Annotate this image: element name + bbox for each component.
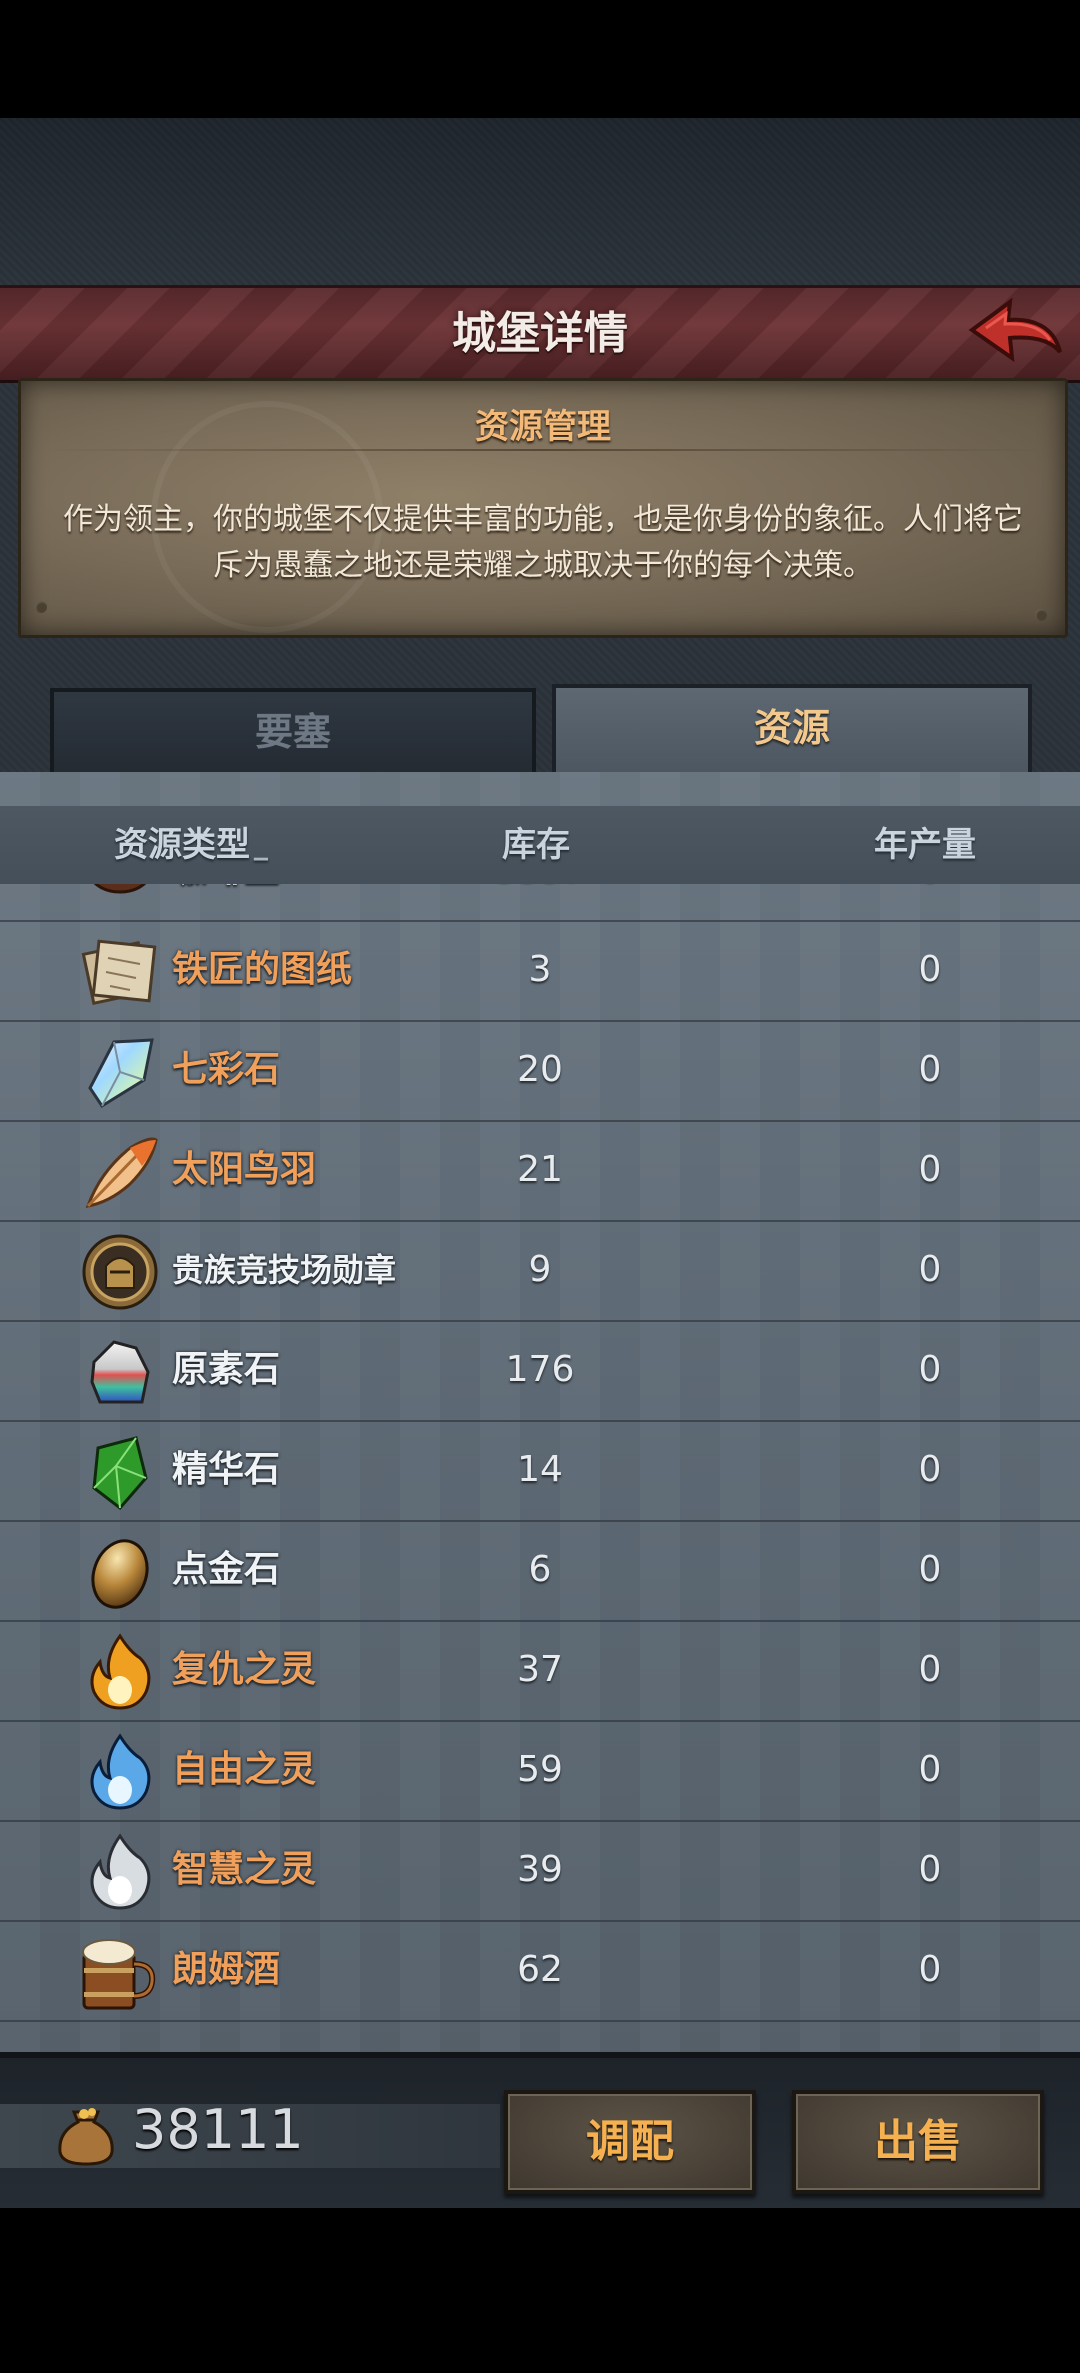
coffee-bean-icon	[80, 884, 160, 912]
resource-stock: 62	[517, 1949, 563, 1990]
list-item[interactable]: 贵族竞技场勋章 9 0	[0, 1220, 1080, 1322]
resource-yield: 0	[880, 884, 980, 920]
resource-name: 自由之灵	[172, 1749, 317, 1790]
back-button[interactable]	[966, 292, 1066, 372]
section-description: 作为领主，你的城堡不仅提供丰富的功能，也是你身份的象征。人们将它斥为愚蠢之地还是…	[63, 502, 1023, 583]
resource-yield: 0	[918, 1449, 942, 1490]
sort-arrow-icon: ▁	[254, 840, 268, 861]
list-item[interactable]: 智慧之灵 39 0	[0, 1820, 1080, 1922]
resource-stock: 14	[517, 1449, 563, 1490]
resource-stock: 37	[517, 1649, 563, 1690]
resource-name: 咖啡豆	[172, 884, 280, 920]
resource-list[interactable]: 咖啡豆 3397 0 铁匠的图纸 3 0 七彩石 20 0 太阳鸟羽 21 0 …	[0, 884, 1080, 2050]
column-header-yield[interactable]: 年产量	[874, 806, 976, 884]
blue-flame-icon	[80, 1732, 160, 1812]
allocate-button[interactable]: 调配	[504, 2090, 756, 2194]
column-header-type[interactable]: 资源类型 ▁	[114, 806, 268, 884]
resource-stock: 20	[517, 1049, 563, 1090]
resource-info-panel: 资源管理 作为领主，你的城堡不仅提供丰富的功能，也是你身份的象征。人们将它斥为愚…	[18, 378, 1068, 638]
resource-name: 朗姆酒	[172, 1949, 281, 1990]
resource-stock: 59	[517, 1749, 563, 1790]
column-header-bar: 资源类型 ▁ 库存 年产量	[0, 806, 1080, 884]
resource-yield: 0	[918, 949, 942, 990]
title-divider	[41, 449, 1045, 451]
resource-stock: 3397	[440, 884, 640, 920]
resource-yield: 0	[918, 1149, 942, 1190]
resource-name: 原素石	[172, 1349, 281, 1390]
tab-resources[interactable]: 资源	[552, 684, 1032, 776]
gold-amount: 38111	[132, 2098, 304, 2161]
tab-fortress[interactable]: 要塞	[50, 688, 536, 776]
list-item[interactable]: 铁匠的图纸 3 0	[0, 920, 1080, 1022]
gold-stone-icon	[80, 1532, 160, 1612]
resource-yield: 0	[918, 1549, 942, 1590]
resource-name: 智慧之灵	[172, 1849, 317, 1890]
resource-stock: 176	[505, 1349, 575, 1390]
list-item[interactable]: 原素石 176 0	[0, 1320, 1080, 1422]
knight-medal-icon	[80, 1232, 160, 1312]
resource-name: 点金石	[172, 1549, 281, 1590]
resource-yield: 0	[918, 1249, 942, 1290]
resource-yield: 0	[918, 1649, 942, 1690]
section-title: 资源管理	[475, 407, 611, 447]
list-item[interactable]: 朗姆酒 62 0	[0, 1920, 1080, 2022]
column-header-stock[interactable]: 库存	[502, 806, 570, 884]
resource-stock: 9	[528, 1249, 552, 1290]
resource-name: 铁匠的图纸	[172, 949, 353, 990]
white-flame-icon	[80, 1832, 160, 1912]
resource-stock: 39	[517, 1849, 563, 1890]
resource-stock: 6	[528, 1549, 552, 1590]
orange-flame-icon	[80, 1632, 160, 1712]
resource-name: 复仇之灵	[172, 1649, 317, 1690]
beer-mug-icon	[80, 1932, 160, 2012]
list-item[interactable]: 七彩石 20 0	[0, 1020, 1080, 1122]
blueprint-icon	[80, 932, 160, 1012]
footer-bar: 38111 调配 出售	[0, 2052, 1080, 2208]
list-item[interactable]: 复仇之灵 37 0	[0, 1620, 1080, 1722]
back-arrow-icon	[968, 297, 1062, 363]
green-crystal-icon	[80, 1432, 160, 1512]
page-title: 城堡详情	[452, 308, 628, 359]
resource-yield: 0	[918, 1949, 942, 1990]
resource-stock: 21	[517, 1149, 563, 1190]
column-header-type-label: 资源类型	[114, 825, 250, 865]
list-item[interactable]: 精华石 14 0	[0, 1420, 1080, 1522]
list-item[interactable]: 太阳鸟羽 21 0	[0, 1120, 1080, 1222]
resource-name: 贵族竞技场勋章	[172, 1251, 397, 1289]
element-stone-icon	[80, 1332, 160, 1412]
rivet-icon	[1035, 609, 1047, 621]
feather-icon	[80, 1132, 160, 1212]
gold-sack-icon	[54, 2102, 118, 2166]
resource-name: 精华石	[172, 1449, 281, 1490]
resource-yield: 0	[918, 1349, 942, 1390]
resource-yield: 0	[918, 1749, 942, 1790]
resource-name: 太阳鸟羽	[172, 1149, 317, 1190]
rainbow-crystal-icon	[80, 1032, 160, 1112]
resource-stock: 3	[528, 949, 552, 990]
resource-yield: 0	[918, 1049, 942, 1090]
list-item[interactable]: 自由之灵 59 0	[0, 1720, 1080, 1822]
list-item[interactable]: 点金石 6 0	[0, 1520, 1080, 1622]
rivet-icon	[35, 601, 47, 613]
sell-button[interactable]: 出售	[792, 2090, 1044, 2194]
resource-yield: 0	[918, 1849, 942, 1890]
resource-name: 七彩石	[172, 1049, 281, 1090]
list-item[interactable]: 咖啡豆 3397 0	[0, 884, 1080, 922]
header-bar: 城堡详情	[0, 285, 1080, 383]
